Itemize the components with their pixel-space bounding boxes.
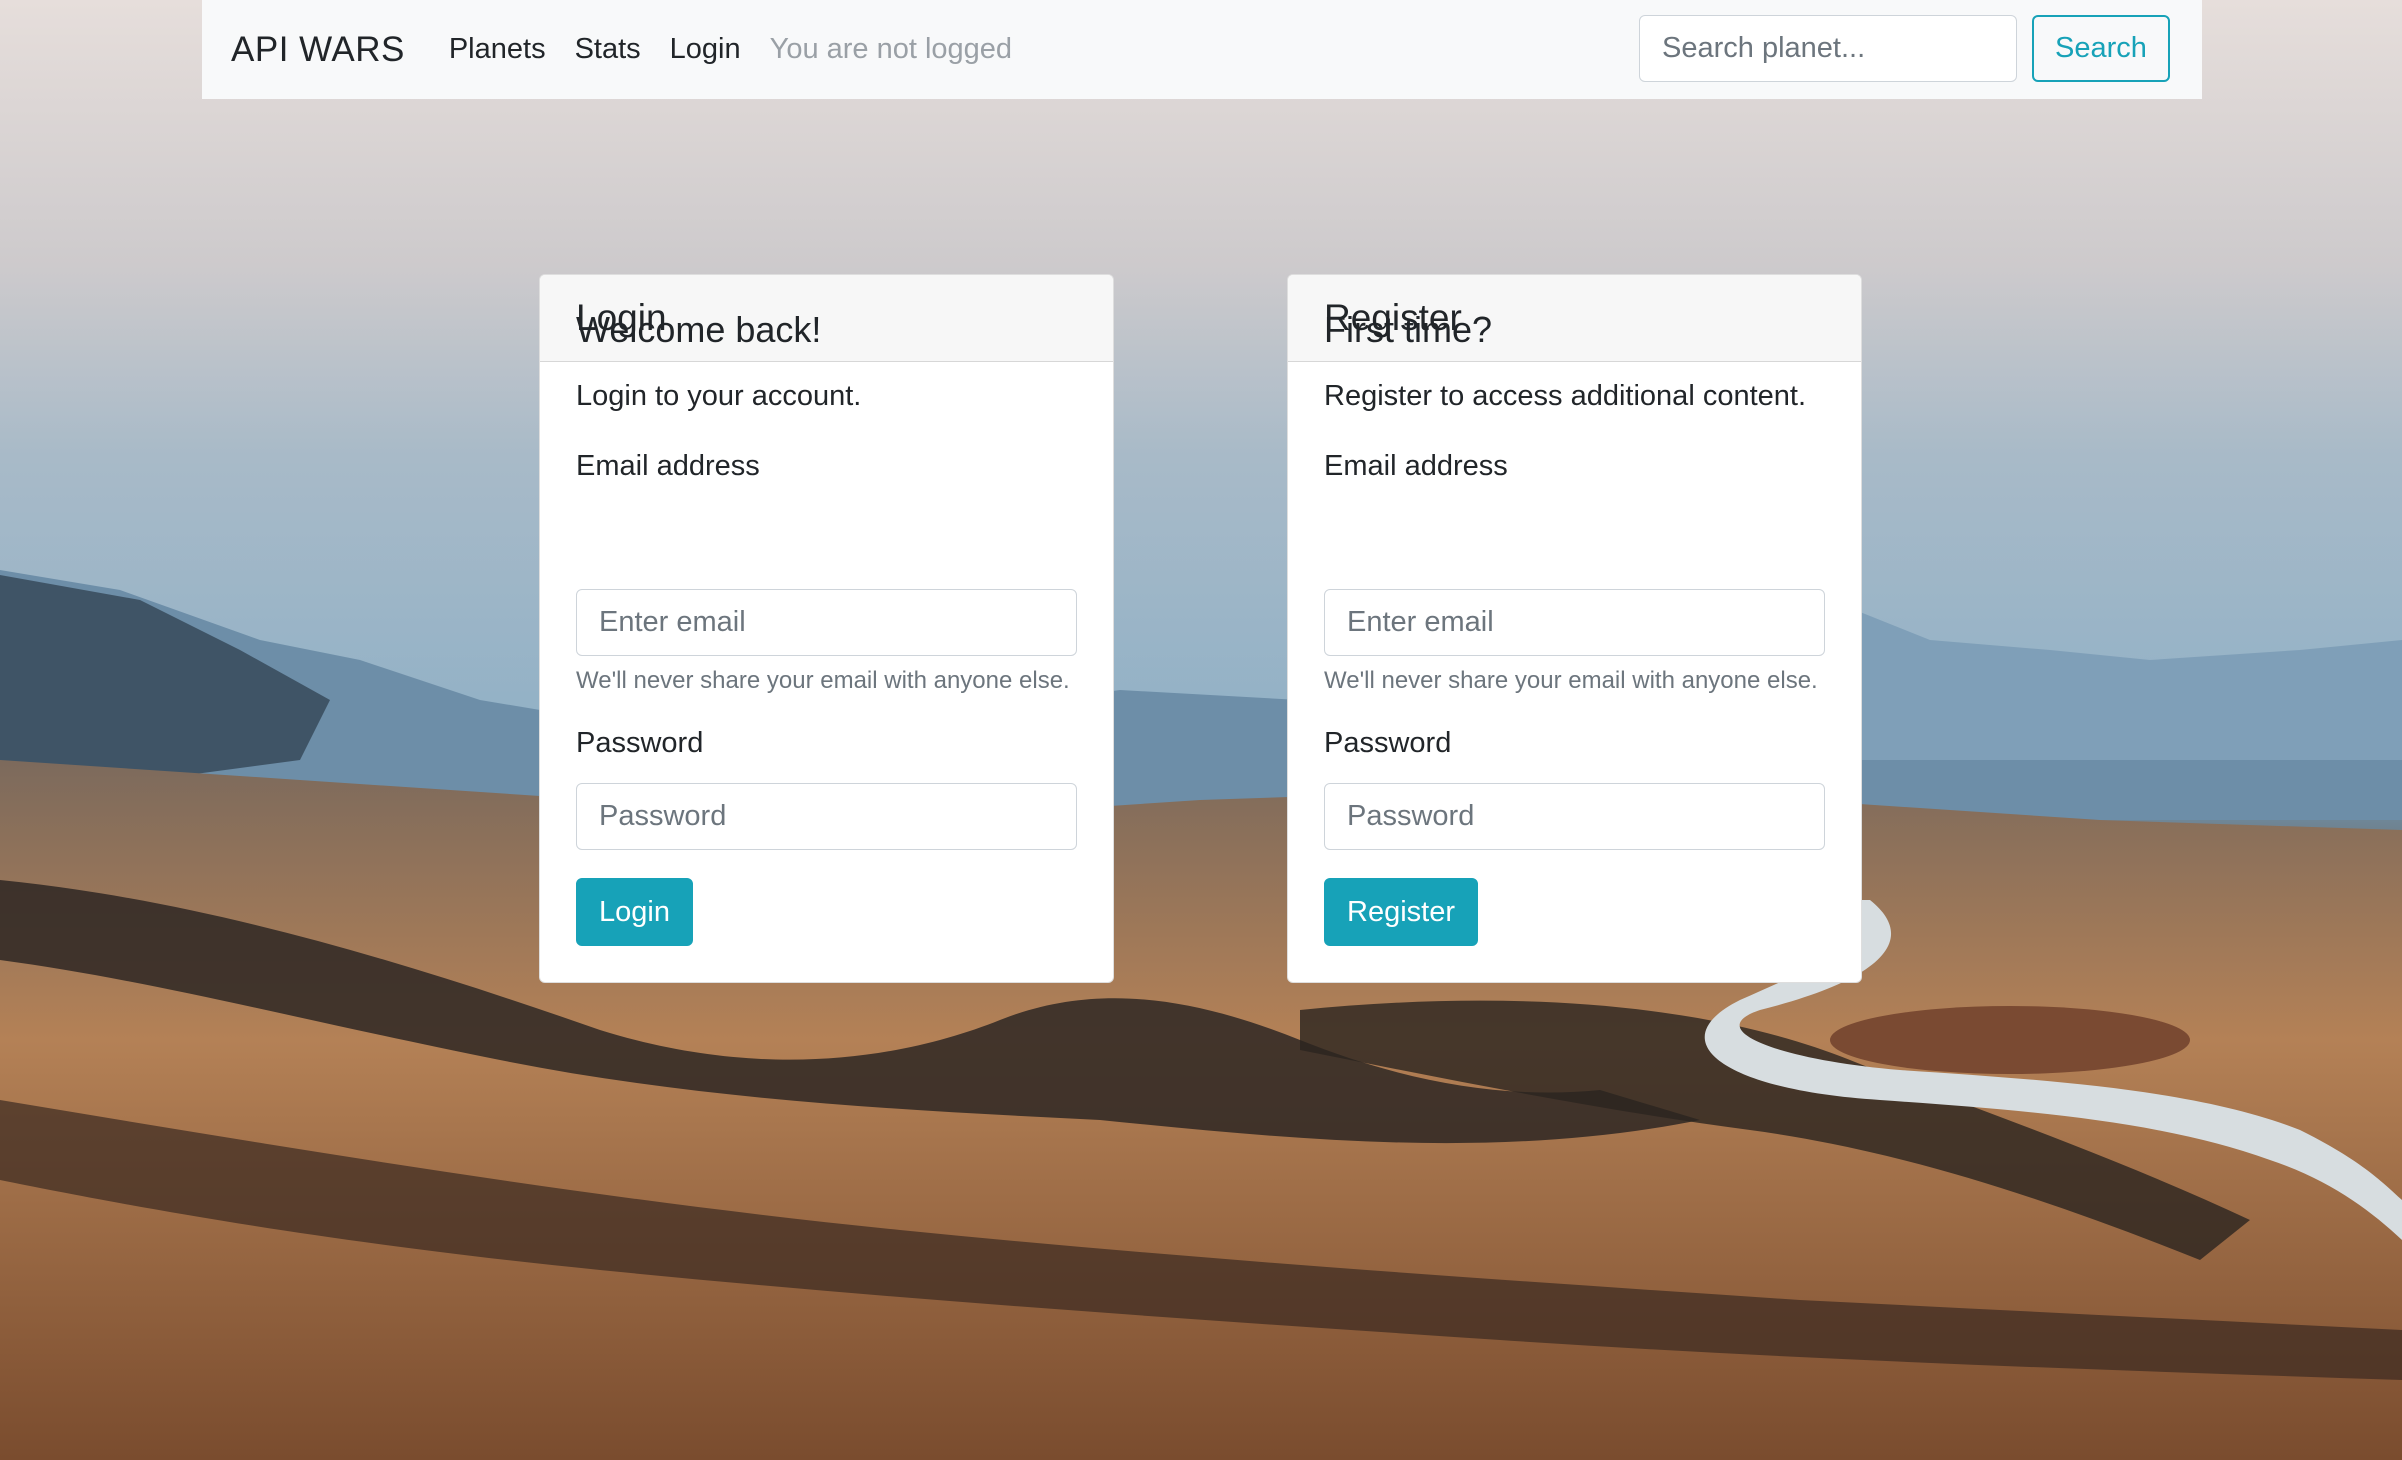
login-submit-button[interactable]: Login — [576, 878, 693, 946]
register-password-input[interactable] — [1324, 783, 1825, 850]
register-password-label: Password — [1324, 727, 1452, 759]
navbar: API WARS Planets Stats Login You are not… — [202, 0, 2202, 99]
register-card-text: Register to access additional content. — [1324, 380, 1806, 412]
background-landscape-image — [0, 0, 2402, 1460]
login-email-label: Email address — [576, 450, 760, 482]
register-submit-button[interactable]: Register — [1324, 878, 1478, 946]
nav-link-planets[interactable]: Planets — [449, 33, 546, 66]
login-email-input[interactable] — [576, 589, 1077, 656]
register-email-input[interactable] — [1324, 589, 1825, 656]
login-card-text: Login to your account. — [576, 380, 862, 412]
register-card-title: First time? — [1324, 309, 1493, 350]
register-card: Register First time? Register to access … — [1287, 274, 1862, 983]
login-status-text: You are not logged — [769, 33, 1013, 65]
login-password-label: Password — [576, 727, 704, 759]
login-card-title: Welcome back! — [576, 309, 822, 350]
login-card: Login Welcome back! Login to your accoun… — [539, 274, 1114, 983]
search-input[interactable] — [1639, 15, 2017, 82]
register-email-help: We'll never share your email with anyone… — [1324, 667, 1818, 694]
search-button[interactable]: Search — [2032, 15, 2170, 82]
nav-link-login[interactable]: Login — [670, 33, 741, 66]
register-email-label: Email address — [1324, 450, 1508, 482]
login-email-help: We'll never share your email with anyone… — [576, 667, 1070, 694]
nav-link-stats[interactable]: Stats — [575, 33, 641, 66]
brand-logo[interactable]: API WARS — [231, 30, 405, 70]
login-password-input[interactable] — [576, 783, 1077, 850]
